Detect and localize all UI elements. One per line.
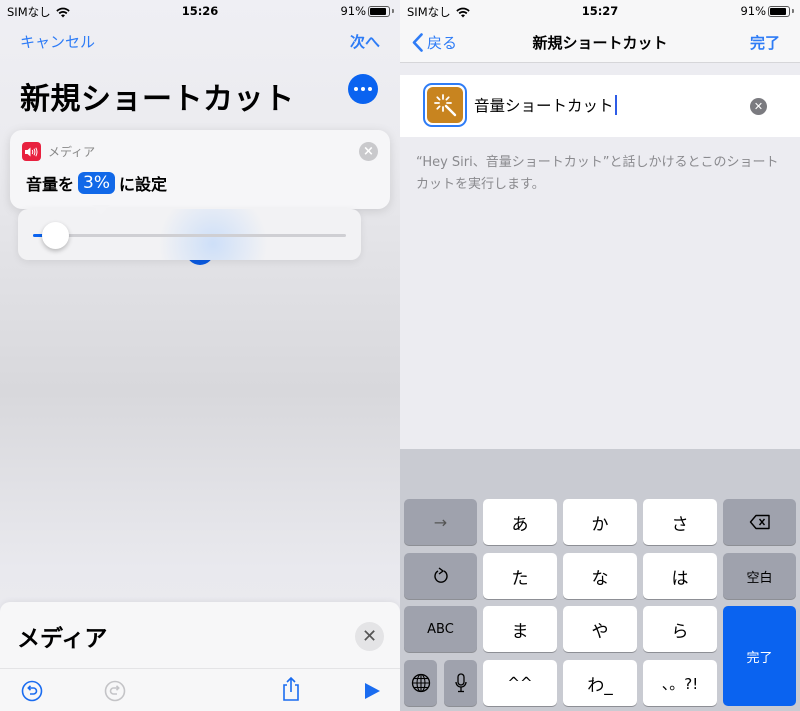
microphone-icon [454, 673, 467, 693]
done-button[interactable]: 完了 [750, 32, 780, 53]
key-emoticon[interactable]: ^^ [483, 660, 557, 706]
action-sentence: 音量を 3% に設定 [26, 171, 167, 195]
magic-wand-icon [434, 94, 457, 117]
volume-slider-popover [18, 209, 361, 260]
backspace-icon [749, 514, 770, 530]
shortcut-icon-button[interactable] [423, 83, 467, 127]
keyboard-done-key[interactable]: 完了 [723, 606, 796, 706]
more-button[interactable] [348, 74, 378, 104]
shortcut-name-row: 音量ショートカット ✕ [400, 75, 800, 137]
key-ya[interactable]: や [563, 606, 637, 652]
key-ra[interactable]: ら [643, 606, 717, 652]
nav-title: 新規ショートカット [532, 34, 668, 52]
volume-value-token[interactable]: 3% [78, 172, 115, 194]
ellipsis-icon [354, 87, 358, 91]
status-bar: SIMなし 15:27 91% [400, 0, 800, 22]
action-suffix: に設定 [119, 175, 168, 194]
redo-button[interactable] [103, 679, 127, 703]
sheet-close-button[interactable]: ✕ [355, 622, 384, 651]
redo-icon [104, 680, 126, 702]
clear-icon: ✕ [753, 100, 764, 113]
key-a[interactable]: あ [483, 499, 557, 545]
status-bar: SIMなし 15:26 91% [0, 0, 400, 22]
key-ka[interactable]: か [563, 499, 637, 545]
shortcut-name-input[interactable]: 音量ショートカット [474, 94, 617, 116]
action-category: メディア [48, 145, 96, 159]
undo-icon [433, 567, 448, 583]
key-ha[interactable]: は [643, 553, 717, 599]
sheet-title: メディア [17, 626, 108, 652]
volume-slider-track[interactable] [33, 234, 346, 237]
share-icon [283, 676, 299, 701]
key-na[interactable]: な [563, 553, 637, 599]
popover-pointer [92, 205, 110, 214]
next-button[interactable]: 次へ [350, 31, 380, 52]
abc-key[interactable]: ABC [404, 606, 477, 652]
undo-key[interactable] [404, 553, 477, 599]
delete-key[interactable] [723, 499, 796, 545]
battery-icon [768, 5, 790, 17]
close-icon: × [363, 144, 374, 159]
undo-icon [21, 680, 43, 702]
bottom-toolbar [0, 668, 400, 711]
undo-button[interactable] [20, 679, 44, 703]
speaker-icon [22, 142, 41, 161]
play-icon [365, 683, 380, 699]
cancel-button[interactable]: キャンセル [20, 31, 95, 52]
run-button[interactable] [360, 679, 384, 703]
japanese-kana-keyboard: → あ か さ た な は 空白 ABC ま や ら 完了 ^^ わ_ 、。?! [400, 449, 800, 711]
shortcut-name-value: 音量ショートカット [474, 97, 614, 115]
globe-icon [411, 673, 430, 693]
key-sa[interactable]: さ [643, 499, 717, 545]
set-volume-action-card[interactable]: メディア × 音量を 3% に設定 [10, 130, 390, 209]
shortcut-editor-screen: SIMなし 15:26 91% キャンセル 次へ 新規ショートカット メディア … [0, 0, 400, 711]
close-icon: ✕ [361, 626, 378, 647]
dictation-key[interactable] [444, 660, 477, 706]
siri-hint-text: “Hey Siri、音量ショートカット”と話しかけるとこのショートカットを実行し… [416, 155, 779, 192]
remove-action-button[interactable]: × [359, 142, 378, 161]
key-wa[interactable]: わ_ [563, 660, 637, 706]
volume-slider-thumb[interactable] [41, 222, 69, 249]
battery: 91% [340, 4, 394, 18]
key-ma[interactable]: ま [483, 606, 557, 652]
battery-percent: 91% [740, 4, 766, 18]
space-key[interactable]: 空白 [723, 553, 796, 599]
key-next-candidate[interactable]: → [404, 499, 477, 545]
shortcut-name-screen: SIMなし 15:27 91% 戻る 新規ショートカット 完了 音量ショートカッ… [400, 0, 800, 711]
globe-key[interactable] [404, 660, 437, 706]
battery: 91% [740, 4, 794, 18]
battery-icon [368, 5, 390, 17]
page-title: 新規ショートカット [20, 82, 295, 117]
share-button[interactable] [279, 676, 303, 701]
action-prefix: 音量を [26, 175, 75, 194]
key-ta[interactable]: た [483, 553, 557, 599]
clear-text-button[interactable]: ✕ [750, 98, 767, 115]
battery-percent: 91% [340, 4, 366, 18]
text-caret [614, 95, 617, 115]
key-punctuation[interactable]: 、。?! [643, 660, 717, 706]
navigation-bar: 戻る 新規ショートカット 完了 [400, 22, 800, 63]
